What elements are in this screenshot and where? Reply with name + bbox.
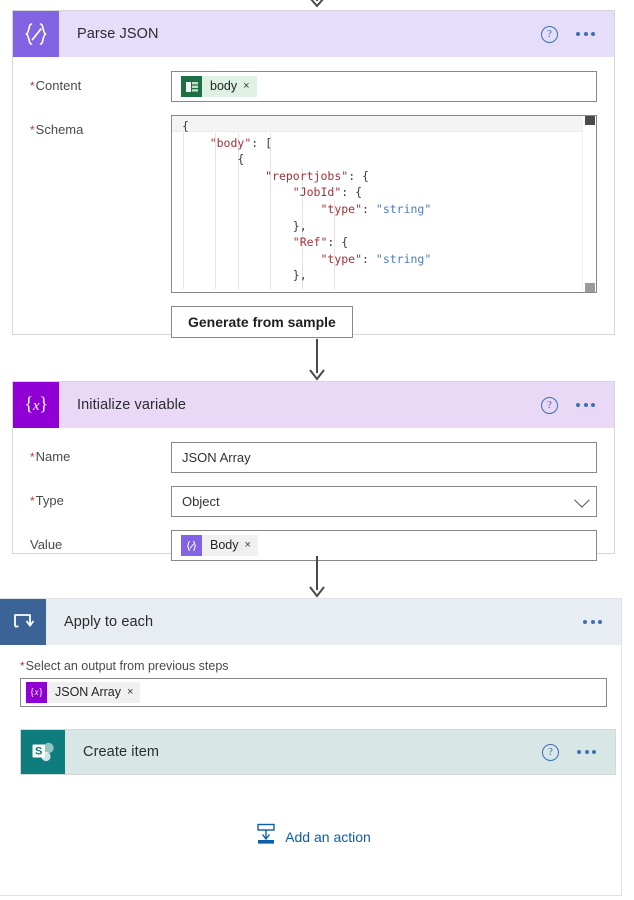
connector-arrow-2 (0, 556, 634, 598)
connector-arrow-top (0, 0, 634, 8)
parse-json-header-actions: ? (541, 25, 614, 43)
generate-control: Generate from sample (171, 306, 597, 338)
action-card-initialize-variable[interactable]: {x} Initialize variable ? *Name JSON Arr… (12, 381, 615, 561)
code-line: { (237, 152, 245, 167)
apply-to-each-header[interactable]: Apply to each (0, 599, 621, 645)
more-options-icon[interactable] (574, 26, 597, 42)
create-item-title: Create item (83, 744, 160, 760)
sharepoint-icon: S (21, 730, 65, 774)
field-row-schema: *Schema { "body": [ { "reportjobs": {"J… (30, 115, 597, 293)
content-label: *Content (30, 78, 82, 93)
code-line: "reportjobs": { (265, 168, 369, 183)
apply-to-each-title: Apply to each (64, 614, 154, 630)
field-row-generate: Generate from sample (30, 306, 597, 338)
parse-json-header[interactable]: Parse JSON ? (13, 11, 614, 57)
name-input[interactable]: JSON Array (171, 442, 597, 473)
help-icon[interactable]: ? (542, 743, 559, 761)
name-control: JSON Array (171, 442, 597, 473)
add-an-action-label: Add an action (285, 828, 371, 845)
initialize-variable-braces-x-icon: {x} (13, 382, 59, 428)
content-input[interactable]: body × (171, 71, 597, 102)
token-remove-icon[interactable]: × (245, 535, 258, 556)
more-options-icon[interactable] (581, 614, 604, 630)
action-card-create-item[interactable]: S Create item ? (20, 729, 616, 775)
field-row-name: *Name JSON Array (30, 442, 597, 473)
parse-json-title: Parse JSON (77, 26, 159, 42)
create-item-header-actions: ? (542, 743, 615, 761)
required-asterisk: * (30, 494, 35, 508)
required-asterisk: * (30, 79, 35, 93)
type-control: Object (171, 486, 597, 517)
scrollbar-thumb[interactable] (585, 116, 595, 125)
type-label: *Type (30, 493, 64, 508)
select-output-label: *Select an output from previous steps (20, 659, 229, 673)
create-item-header[interactable]: S Create item ? (21, 730, 615, 774)
apply-to-each-body: *Select an output from previous steps {x… (0, 645, 621, 850)
excel-icon (181, 76, 202, 97)
more-options-icon[interactable] (575, 744, 598, 760)
initialize-variable-header[interactable]: {x} Initialize variable ? (13, 382, 614, 428)
schema-code-editor[interactable]: { "body": [ { "reportjobs": { "JobId": {… (171, 115, 597, 293)
code-line: "type": "string" (320, 201, 432, 216)
parse-json-body: *Content body × *Schema {"body": [{"r… (13, 57, 614, 354)
name-label: *Name (30, 449, 71, 464)
code-line: "body": [ (209, 135, 273, 150)
value-label: Value (30, 537, 63, 552)
apply-to-each-header-actions (581, 614, 621, 630)
type-selected-value: Object (182, 494, 220, 509)
parse-json-braces-pencil-icon (13, 11, 59, 57)
help-icon[interactable]: ? (541, 396, 558, 414)
field-row-type: *Type Object (30, 486, 597, 517)
svg-text:S: S (35, 746, 42, 758)
generate-from-sample-button[interactable]: Generate from sample (171, 306, 353, 338)
add-an-action-button[interactable]: Add an action (20, 823, 607, 850)
generate-spacer (30, 306, 171, 313)
schema-control: { "body": [ { "reportjobs": { "JobId": {… (171, 115, 597, 293)
required-asterisk: * (30, 450, 35, 464)
help-icon[interactable]: ? (541, 25, 558, 43)
token-body[interactable]: Body × (181, 535, 258, 556)
schema-label: *Schema (30, 122, 84, 137)
select-output-input[interactable]: {x} JSON Array × (20, 678, 607, 707)
content-control: body × (171, 71, 597, 102)
token-label: JSON Array (55, 685, 121, 699)
chevron-down-icon (574, 492, 590, 508)
more-options-icon[interactable] (574, 397, 597, 413)
required-asterisk: * (30, 123, 35, 137)
action-card-parse-json[interactable]: Parse JSON ? *Content body × *Schema {"… (12, 10, 615, 338)
token-label: body (210, 79, 238, 93)
code-line: "JobId": { (292, 185, 363, 200)
loop-icon (0, 599, 46, 645)
type-dropdown[interactable]: Object (171, 486, 597, 517)
initialize-variable-header-actions: ? (541, 396, 614, 414)
token-remove-icon[interactable]: × (243, 76, 256, 97)
token-remove-icon[interactable]: × (127, 682, 140, 703)
token-body[interactable]: body × (181, 76, 257, 97)
code-line: }, (292, 218, 307, 233)
field-row-content: *Content body × (30, 71, 597, 102)
code-line: "type": "string" (320, 251, 432, 266)
action-scope-apply-to-each[interactable]: Apply to each *Select an output from pre… (0, 598, 622, 896)
schema-code-text[interactable]: { "body": [ { "reportjobs": { "JobId": {… (172, 116, 582, 292)
initialize-variable-title: Initialize variable (77, 397, 187, 413)
add-action-insert-icon (256, 823, 276, 850)
token-json-array[interactable]: {x} JSON Array × (26, 682, 141, 703)
required-asterisk: * (20, 659, 25, 673)
code-line: { (182, 119, 189, 133)
flow-designer-canvas: Parse JSON ? *Content body × *Schema {"… (0, 0, 634, 900)
code-line: }, (292, 268, 307, 283)
parse-json-braces-pencil-icon (181, 535, 202, 556)
initialize-variable-body: *Name JSON Array *Type Object Value Body… (13, 428, 614, 577)
token-label: Body (210, 538, 239, 552)
connector-arrow-1 (0, 339, 634, 381)
scrollbar-down-button[interactable] (585, 283, 595, 292)
initialize-variable-braces-x-icon: {x} (26, 682, 47, 703)
schema-scrollbar[interactable] (582, 116, 596, 292)
code-line: "Ref": { (292, 235, 349, 250)
